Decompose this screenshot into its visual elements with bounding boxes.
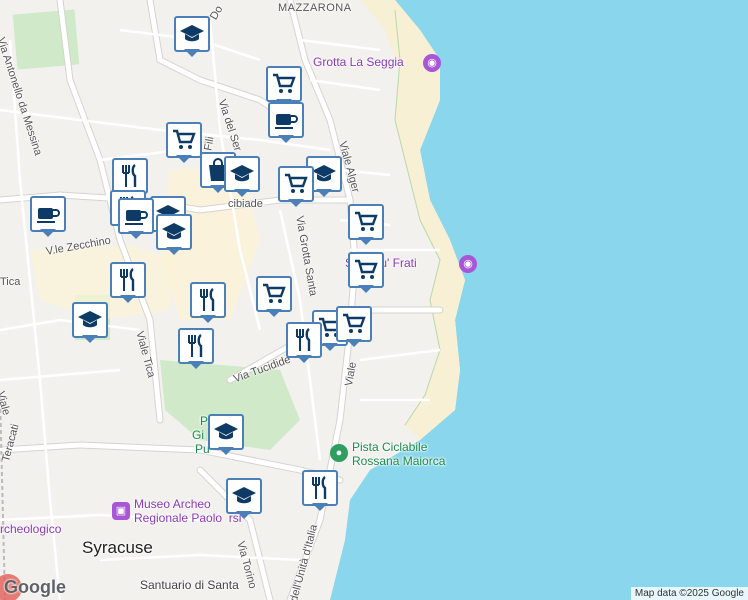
google-logo: Google [4, 577, 66, 597]
cart-icon [278, 166, 314, 202]
street-label-cibiade: cibiade [228, 198, 263, 210]
school-icon [224, 156, 260, 192]
restaurant-icon [190, 282, 226, 318]
school-icon [208, 414, 244, 450]
marker-tail [358, 237, 374, 245]
marker-tail [296, 355, 312, 363]
marker-tail [40, 229, 56, 237]
cart-icon [256, 276, 292, 312]
map-marker-cart[interactable] [166, 122, 202, 164]
map-marker-cart[interactable] [348, 252, 384, 294]
park-label-p: P [200, 414, 209, 428]
school-icon [72, 302, 108, 338]
marker-tail [128, 231, 144, 239]
cart-icon [166, 122, 202, 158]
cafe-icon [30, 196, 66, 232]
city-label-syracuse: Syracuse [82, 538, 153, 557]
marker-tail [166, 247, 182, 255]
marker-tail [218, 447, 234, 455]
district-label-mazzarona: MAZZARONA [278, 2, 352, 14]
restaurant-icon [302, 470, 338, 506]
camera-icon[interactable]: ◉ [459, 255, 477, 273]
map-marker-school[interactable] [208, 414, 244, 456]
restaurant-icon [178, 328, 214, 364]
restaurant-icon [286, 322, 322, 358]
poi-label-grotta-la-seggia[interactable]: Grotta La Seggia [313, 55, 404, 69]
marker-tail [234, 189, 250, 197]
map-marker-school[interactable] [156, 214, 192, 256]
map-marker-restaurant[interactable] [190, 282, 226, 324]
park-label-gi: Gi [192, 428, 204, 442]
restaurant-icon [112, 158, 148, 194]
poi-label-archeologico: rcheologico [0, 522, 62, 536]
marker-tail [188, 361, 204, 369]
marker-tail [200, 315, 216, 323]
marker-tail [278, 135, 294, 143]
marker-tail [312, 503, 328, 511]
map-attribution: Map data ©2025 Google [630, 587, 748, 600]
map-marker-cafe[interactable] [118, 198, 154, 240]
place-label-santuario: Santuario di Santa [140, 578, 239, 592]
cafe-icon [118, 198, 154, 234]
street-label-tica: Tica [0, 276, 21, 288]
map-marker-school[interactable] [72, 302, 108, 344]
map-marker-cafe[interactable] [30, 196, 66, 238]
marker-tail [82, 335, 98, 343]
cart-icon [336, 306, 372, 342]
marker-tail [316, 189, 332, 197]
cart-icon [266, 66, 302, 102]
map-marker-school[interactable] [226, 478, 262, 520]
map-canvas[interactable]: MAZZARONA Do Via Antonello da Messina V.… [0, 0, 748, 600]
map-marker-school[interactable] [224, 156, 260, 198]
marker-tail [120, 295, 136, 303]
map-marker-cart[interactable] [256, 276, 292, 318]
map-marker-cart[interactable] [348, 204, 384, 246]
school-icon [226, 478, 262, 514]
map-marker-cart[interactable] [336, 306, 372, 348]
park-pin-icon[interactable]: ● [330, 444, 348, 462]
map-marker-restaurant[interactable] [178, 328, 214, 370]
marker-tail [266, 309, 282, 317]
cart-icon [348, 252, 384, 288]
poi-label-pista-ciclabile[interactable]: Pista Ciclabile Rossana Maiorca [352, 440, 445, 468]
school-icon [156, 214, 192, 250]
marker-tail [288, 199, 304, 207]
marker-tail [358, 285, 374, 293]
marker-tail [236, 511, 252, 519]
cart-icon [348, 204, 384, 240]
map-marker-cart[interactable] [278, 166, 314, 208]
marker-tail [176, 155, 192, 163]
cafe-icon [268, 102, 304, 138]
museum-icon[interactable]: ▣ [112, 502, 130, 520]
marker-tail [346, 339, 362, 347]
map-marker-cafe[interactable] [268, 102, 304, 144]
school-icon [174, 16, 210, 52]
camera-icon[interactable]: ◉ [423, 54, 441, 72]
restaurant-icon [110, 262, 146, 298]
map-marker-restaurant[interactable] [286, 322, 322, 364]
map-marker-restaurant[interactable] [110, 262, 146, 304]
map-marker-school[interactable] [174, 16, 210, 58]
map-marker-restaurant[interactable] [302, 470, 338, 512]
marker-tail [184, 49, 200, 57]
